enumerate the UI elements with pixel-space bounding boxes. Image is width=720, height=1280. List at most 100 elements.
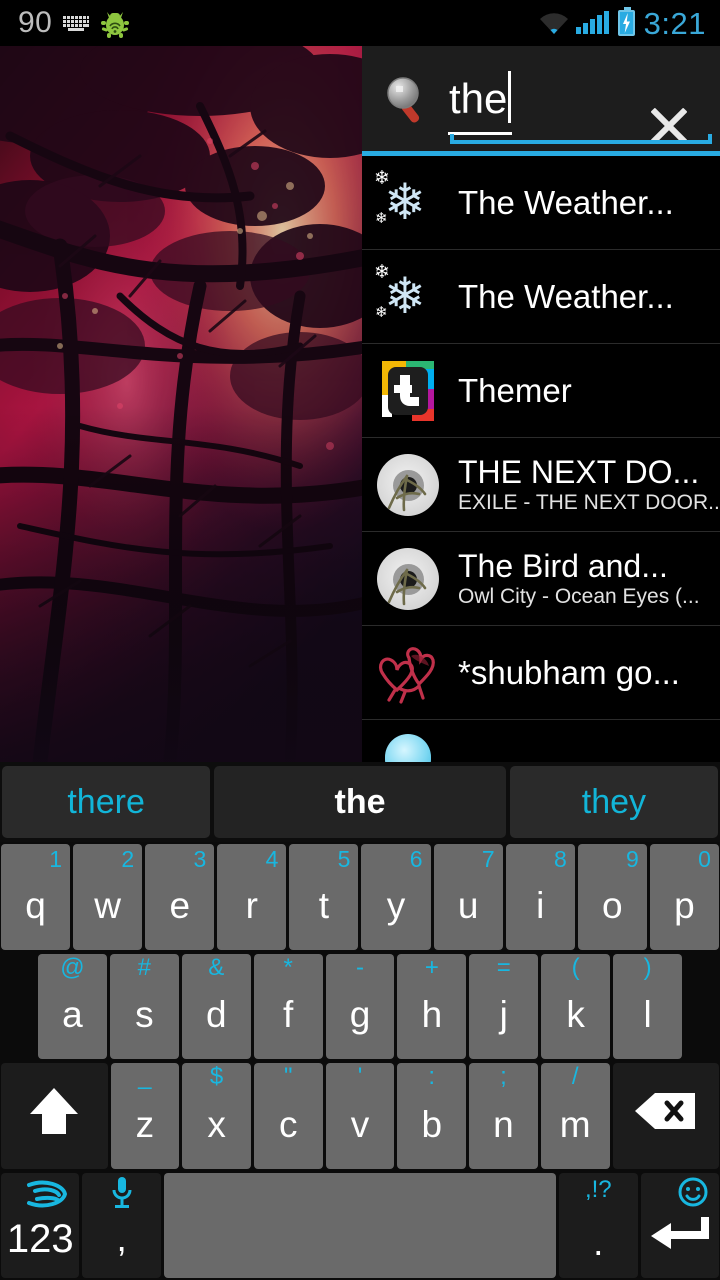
key-label: e [169, 884, 191, 926]
key-e[interactable]: 3e [145, 844, 215, 950]
key-q[interactable]: 1q [1, 844, 71, 950]
key-v[interactable]: ' v [325, 1063, 395, 1169]
backspace-icon [633, 1089, 699, 1142]
key-j[interactable]: = j [469, 953, 539, 1059]
key-label: m [559, 1103, 591, 1145]
enter-key[interactable] [640, 1172, 719, 1278]
backspace-key[interactable] [612, 1063, 720, 1169]
list-item[interactable] [362, 720, 720, 762]
key-alt-label: 6 [409, 846, 423, 872]
signal-icon [575, 11, 609, 34]
key-k[interactable]: (k [541, 953, 611, 1059]
status-bar: 90 3:21 [0, 0, 720, 46]
key-n[interactable]: ; n [469, 1063, 538, 1169]
list-item-text: THE NEXT DO... EXILE - THE NEXT DOOR... [458, 454, 720, 515]
key-alt-label: * [283, 953, 293, 981]
keyboard-row-2: @ a # s & d * f -g + h = j (k ) l [0, 952, 720, 1062]
key-label: q [25, 884, 46, 926]
key-alt-label: / [571, 1063, 579, 1090]
search-input[interactable]: the [448, 66, 640, 136]
key-alt-label: & [208, 953, 225, 981]
key-u[interactable]: 7u [433, 844, 503, 950]
music-cd-icon [374, 545, 442, 613]
list-item[interactable]: Themer [362, 344, 720, 438]
key-r[interactable]: 4r [217, 844, 287, 950]
key-a[interactable]: @ a [38, 953, 107, 1059]
list-item[interactable]: *shubham go... [362, 626, 720, 720]
status-bar-left: 90 [0, 8, 130, 38]
key-y[interactable]: 6y [361, 844, 431, 950]
key-label: p [674, 884, 695, 926]
list-item[interactable]: ❄ ❄ ❄ The Weather... [362, 156, 720, 250]
keyboard-row-4: 123 , ,!? . [0, 1171, 720, 1280]
list-item-title: The Weather... [458, 184, 674, 221]
space-key[interactable] [163, 1172, 557, 1278]
magnifier-icon [384, 76, 430, 124]
key-b[interactable]: :b [397, 1063, 467, 1169]
list-item[interactable]: ❄ ❄ ❄ The Weather... [362, 250, 720, 344]
key-label: i [536, 884, 545, 926]
comma-key[interactable]: , [82, 1172, 161, 1278]
search-bar[interactable]: the [362, 46, 720, 156]
key-t[interactable]: 5t [289, 844, 359, 950]
list-item[interactable]: The Bird and... Owl City - Ocean Eyes (.… [362, 532, 720, 626]
status-bar-right: 3:21 [539, 7, 720, 39]
suggestion-there[interactable]: there [2, 766, 211, 838]
key-m[interactable]: / m [540, 1063, 610, 1169]
key-alt-label: 1 [49, 846, 63, 872]
key-alt-label: $ [209, 1063, 224, 1090]
key-h[interactable]: + h [397, 953, 467, 1059]
key-s[interactable]: # s [109, 953, 179, 1059]
key-o[interactable]: 9o [577, 844, 647, 950]
key-x[interactable]: $ x [182, 1063, 251, 1169]
key-label: j [499, 994, 508, 1036]
key-label: o [602, 884, 623, 926]
search-results-list[interactable]: ❄ ❄ ❄ The Weather... ❄ ❄ ❄ The Weather..… [362, 156, 720, 762]
battery-charging-icon [617, 7, 635, 36]
list-item-title: *shubham go... [458, 654, 680, 691]
key-alt-label: ' [357, 1063, 363, 1090]
list-item-title: Themer [458, 372, 572, 409]
key-alt-label: 0 [698, 846, 711, 872]
shift-key[interactable] [1, 1063, 108, 1169]
key-z[interactable]: _ z [110, 1063, 180, 1169]
shift-icon [26, 1084, 82, 1147]
key-p[interactable]: 0p [649, 844, 719, 950]
swype-globe-icon [25, 1177, 69, 1220]
key-g[interactable]: -g [325, 953, 395, 1059]
key-alt-label: @ [60, 953, 85, 981]
key-c[interactable]: " c [253, 1063, 323, 1169]
search-overlay-panel: the ❄ ❄ ❄ The Weather... ❄ ❄ ❄ The Weath… [362, 46, 720, 762]
key-alt-label: ; [500, 1063, 507, 1090]
key-alt-label: - [356, 953, 364, 981]
search-query-text: the [449, 75, 508, 122]
android-bug-icon [100, 10, 130, 38]
key-alt-label: 8 [553, 846, 567, 872]
key-f[interactable]: * f [253, 953, 323, 1059]
key-w[interactable]: 2w [73, 844, 143, 950]
key-label: k [566, 994, 585, 1036]
key-label: l [643, 994, 652, 1036]
keyboard-suggestion-bar: there the they [0, 762, 720, 842]
suggestion-the[interactable]: the [214, 766, 506, 838]
key-l[interactable]: ) l [613, 953, 683, 1059]
period-alt-label: ,!? [584, 1175, 612, 1203]
period-key-label: . [593, 1222, 604, 1264]
key-label: u [457, 884, 479, 926]
key-label: f [282, 994, 294, 1036]
list-item[interactable]: THE NEXT DO... EXILE - THE NEXT DOOR... [362, 438, 720, 532]
list-item-text: Themer [458, 373, 720, 409]
themer-app-icon [374, 357, 442, 425]
key-alt-label: = [496, 953, 511, 981]
list-item-subtitle: EXILE - THE NEXT DOOR... [458, 491, 720, 514]
list-item-subtitle: Owl City - Ocean Eyes (... [458, 585, 700, 608]
numeric-mode-key[interactable]: 123 [1, 1172, 80, 1278]
suggestion-they[interactable]: they [509, 766, 718, 838]
key-i[interactable]: 8i [505, 844, 575, 950]
key-label: y [386, 884, 406, 926]
microphone-icon [110, 1175, 134, 1218]
period-key[interactable]: ,!? . [559, 1172, 638, 1278]
comma-key-label: , [116, 1218, 127, 1260]
key-d[interactable]: & d [181, 953, 251, 1059]
numeric-key-label: 123 [6, 1216, 74, 1261]
